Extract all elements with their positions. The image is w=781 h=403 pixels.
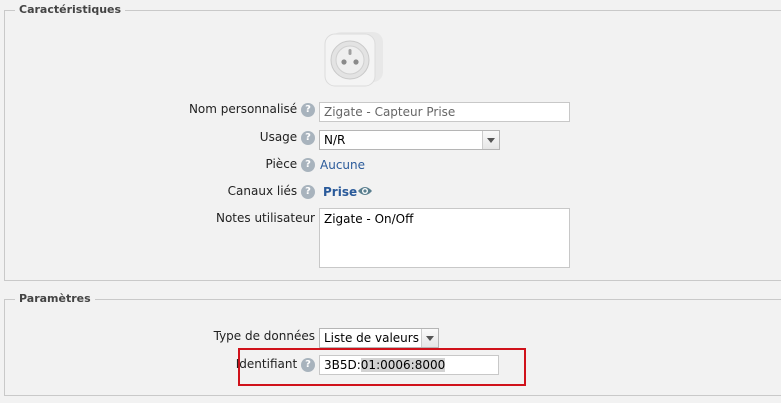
help-icon[interactable]: ? [301,102,315,117]
data-type-select[interactable]: Liste de valeurs [319,328,439,348]
name-label: Nom personnalisé ? [5,102,315,117]
data-type-select-value: Liste de valeurs [324,331,419,345]
usage-select-value: N/R [324,133,346,147]
parameters-legend: Paramètres [15,291,95,307]
help-icon[interactable]: ? [301,130,315,145]
identifier-label-text: Identifiant [235,357,298,371]
help-icon[interactable]: ? [301,357,315,372]
identifier-label: Identifiant ? [5,357,315,372]
data-type-label-text: Type de données [213,329,315,343]
usage-select[interactable]: N/R [319,130,500,150]
usage-label-text: Usage [259,130,298,144]
notes-label-text: Notes utilisateur [215,211,315,225]
channels-label-text: Canaux liés [227,184,298,198]
channels-label: Canaux liés ? [5,184,315,199]
data-type-label: Type de données [5,329,315,343]
name-input[interactable]: Zigate - Capteur Prise [319,102,570,122]
identifier-value-selected: 01:0006:8000 [360,358,446,372]
notes-textarea[interactable]: Zigate - On/Off [319,208,570,268]
room-label-text: Pièce [265,157,298,171]
usage-label: Usage ? [5,130,315,145]
chevron-down-icon[interactable] [421,329,438,347]
room-label: Pièce ? [5,157,315,172]
eye-icon[interactable] [357,185,373,200]
name-label-text: Nom personnalisé [188,102,298,116]
channel-link[interactable]: Prise [323,185,357,199]
characteristics-legend: Caractéristiques [15,2,126,18]
parameters-section: Paramètres Type de données Liste de vale… [4,291,781,396]
identifier-input[interactable]: 3B5D:01:0006:8000 [319,355,499,375]
notes-label: Notes utilisateur [5,211,315,225]
room-link[interactable]: Aucune [320,158,365,172]
french-socket-plug-icon [323,29,385,91]
help-icon[interactable]: ? [301,157,315,172]
chevron-down-icon[interactable] [482,131,499,149]
characteristics-section: Caractéristiques Nom personnalisé ? Ziga… [4,2,781,281]
help-icon[interactable]: ? [301,184,315,199]
identifier-value-plain: 3B5D: [324,358,361,372]
